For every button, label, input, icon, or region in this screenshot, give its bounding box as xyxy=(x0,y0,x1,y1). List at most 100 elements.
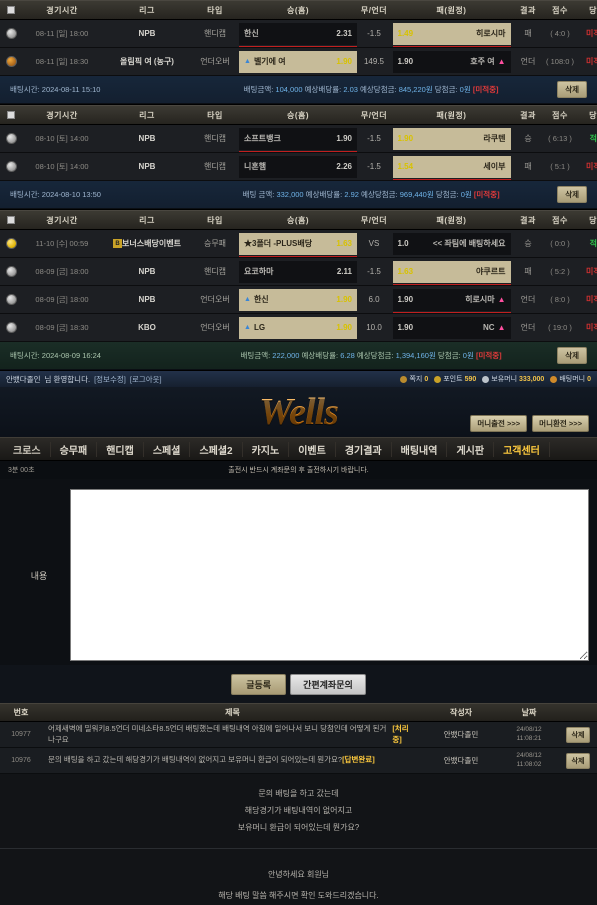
hit-status: 미적중 xyxy=(585,57,597,66)
nav-item-카지노[interactable]: 카지노 xyxy=(243,441,290,457)
home-pick[interactable]: ▲ 벨기에 여 1.90 xyxy=(239,50,357,73)
row-ball xyxy=(0,125,22,152)
sport-ball-icon xyxy=(5,238,17,249)
away-pick[interactable]: 1.0 << 좌팀에 배팅하세요 xyxy=(392,232,511,255)
home-odds: 2.11 xyxy=(336,267,352,276)
nav-item-크로스[interactable]: 크로스 xyxy=(4,441,51,457)
select-all-checkbox[interactable] xyxy=(0,111,22,119)
league-label: NPB xyxy=(138,134,156,143)
amount-label: 배팅금액: xyxy=(240,351,273,360)
bet-amount-summary: 배팅금액: 104,000 예상배당률: 2.03 예상당첨금: 845,220… xyxy=(185,84,557,95)
handicap-value: -1.5 xyxy=(367,29,381,38)
away-pick-cell[interactable]: 1.63 야쿠르트 xyxy=(390,258,513,285)
home-pick[interactable]: 소프트뱅크 1.90 xyxy=(239,127,357,152)
column-header: 경기시간 xyxy=(46,5,78,15)
home-team-name: 요코하마 xyxy=(244,266,337,277)
up-arrow-icon: ▲ xyxy=(244,58,251,65)
post-title[interactable]: 어제새벽에 밀워키8.5언더 미네소타8.5언더 배팅했는데 배팅내역 아침에 … xyxy=(42,722,423,747)
home-pick[interactable]: 니혼햄 2.26 xyxy=(239,155,357,178)
post-delete-cell[interactable]: 삭제 xyxy=(559,722,597,747)
nav-item-게시판[interactable]: 게시판 xyxy=(447,441,495,457)
post-delete-cell[interactable]: 삭제 xyxy=(559,748,597,773)
league-name: NPB xyxy=(102,258,192,285)
red-underline xyxy=(239,255,357,257)
table-row[interactable]: 10976 문의 배팅을 하고 갔는데 해당경기가 배팅내역이 없어지고 보유머니… xyxy=(0,748,597,774)
down-arrow-icon: ▲ xyxy=(497,57,506,66)
home-pick[interactable]: ▲ 한신 1.90 xyxy=(239,288,357,311)
logout-link[interactable]: [로그아웃] xyxy=(130,374,162,385)
content-textarea[interactable] xyxy=(70,489,589,661)
site-logo[interactable]: Wells xyxy=(259,390,339,434)
away-pick[interactable]: 1.90 호주 여 ▲ xyxy=(392,50,511,73)
post-table-header: 번호 제목 작성자 날짜 xyxy=(0,703,597,722)
red-underline xyxy=(392,45,511,47)
bet-type: 핸디캡 xyxy=(203,267,227,276)
nav-item-스페셜[interactable]: 스페셜 xyxy=(144,441,191,457)
away-pick-cell[interactable]: 1.49 히로시마 xyxy=(390,20,513,47)
away-team-label: NC xyxy=(483,323,495,332)
home-pick-cell[interactable]: 요코하마 2.11 xyxy=(238,258,358,285)
wallet-item: 쪽지 0 xyxy=(400,374,428,384)
home-pick-cell[interactable]: 소프트뱅크 1.90 xyxy=(238,125,358,152)
away-pick[interactable]: 1.90 NC ▲ xyxy=(392,316,511,339)
column-header: 당첨 xyxy=(589,215,597,225)
delete-post-button[interactable]: 삭제 xyxy=(565,752,591,769)
submit-post-button[interactable]: 글등록 xyxy=(231,674,287,695)
deposit-button[interactable]: 머니출전 >>> xyxy=(470,415,528,432)
home-pick[interactable]: 한신 2.31 xyxy=(239,22,357,47)
select-all-checkbox[interactable] xyxy=(0,6,22,14)
away-pick[interactable]: 1.54 세이부 xyxy=(392,155,511,180)
checkbox-icon[interactable] xyxy=(7,216,15,224)
checkbox-icon[interactable] xyxy=(7,111,15,119)
home-pick[interactable]: ★3폴더 -PLUS배당 1.63 xyxy=(239,232,357,257)
away-pick[interactable]: 1.63 야쿠르트 xyxy=(392,260,511,285)
nav-item-스페셜2[interactable]: 스페셜2 xyxy=(190,441,243,457)
delete-post-button[interactable]: 삭제 xyxy=(565,726,591,743)
column-header: 무/언더 xyxy=(360,215,388,225)
away-pick[interactable]: 1.90 히로시마 ▲ xyxy=(392,288,511,313)
slip-summary: 배팅시간: 2024-08-09 16:24 배팅금액: 222,000 예상배당… xyxy=(0,342,597,370)
nav-item-경기결과[interactable]: 경기결과 xyxy=(336,441,392,457)
down-arrow-icon: ▲ xyxy=(497,295,506,304)
home-pick-cell[interactable]: ▲ 한신 1.90 xyxy=(238,286,358,313)
withdraw-button[interactable]: 머니환전 >>> xyxy=(532,415,589,432)
nav-item-배팅내역[interactable]: 배팅내역 xyxy=(392,441,448,457)
post-title[interactable]: 문의 배팅을 하고 갔는데 해당경기가 배팅내역이 없어지고 보유머니 환급이 … xyxy=(42,748,423,773)
home-pick-cell[interactable]: ★3폴더 -PLUS배당 1.63 xyxy=(238,230,358,257)
home-pick[interactable]: 요코하마 2.11 xyxy=(239,260,357,283)
away-pick[interactable]: 1.49 히로시마 xyxy=(392,22,511,47)
select-all-checkbox[interactable] xyxy=(0,216,22,224)
site-header: 안뱄다졸인 님 환영합니다. [정보수정] [로그아웃] 쪽지 0 포인트 590 보유… xyxy=(0,371,597,479)
home-pick-cell[interactable]: 니혼햄 2.26 xyxy=(238,153,358,180)
row-ball xyxy=(0,314,22,341)
nav-item-핸디캡[interactable]: 핸디캡 xyxy=(97,441,144,457)
away-pick-cell[interactable]: 1.90 히로시마 ▲ xyxy=(390,286,513,313)
checkbox-icon[interactable] xyxy=(7,6,15,14)
away-pick-cell[interactable]: 1.90 NC ▲ xyxy=(390,314,513,341)
home-pick-cell[interactable]: ▲ 벨기에 여 1.90 xyxy=(238,48,358,75)
post-reply-line: 안녕하세요 회원님 xyxy=(267,870,330,880)
away-pick-cell[interactable]: 1.90 라쿠텐 xyxy=(390,125,513,152)
sport-ball-icon xyxy=(5,133,17,144)
handicap-value: -1.5 xyxy=(367,134,381,143)
nav-item-이벤트[interactable]: 이벤트 xyxy=(289,441,336,457)
delete-slip-button[interactable]: 삭제 xyxy=(557,347,587,364)
wallet-value: 333,000 xyxy=(519,375,545,383)
nav-item-고객센터[interactable]: 고객센터 xyxy=(494,441,550,457)
away-pick[interactable]: 1.90 라쿠텐 xyxy=(392,127,511,150)
edit-info-link[interactable]: [정보수정] xyxy=(94,374,126,385)
away-pick-cell[interactable]: 1.0 << 좌팀에 배팅하세요 xyxy=(390,230,513,257)
away-team-name: 히로시마 xyxy=(413,28,505,39)
delete-slip-button[interactable]: 삭제 xyxy=(557,186,587,203)
home-pick[interactable]: ▲ LG 1.90 xyxy=(239,316,357,339)
table-row[interactable]: 10977 어제새벽에 밀워키8.5언더 미네소타8.5언더 배팅했는데 배팅내역… xyxy=(0,722,597,748)
column-header: 경기시간 xyxy=(46,215,78,225)
away-pick-cell[interactable]: 1.90 호주 여 ▲ xyxy=(390,48,513,75)
nav-item-승무패[interactable]: 승무패 xyxy=(51,441,98,457)
delete-slip-button[interactable]: 삭제 xyxy=(557,81,587,98)
account-inquiry-button[interactable]: 간편계좌문의 xyxy=(290,674,366,695)
away-pick-cell[interactable]: 1.54 세이부 xyxy=(390,153,513,180)
home-pick-cell[interactable]: ▲ LG 1.90 xyxy=(238,314,358,341)
amount-value: 104,000 xyxy=(275,85,303,94)
home-pick-cell[interactable]: 한신 2.31 xyxy=(238,20,358,47)
